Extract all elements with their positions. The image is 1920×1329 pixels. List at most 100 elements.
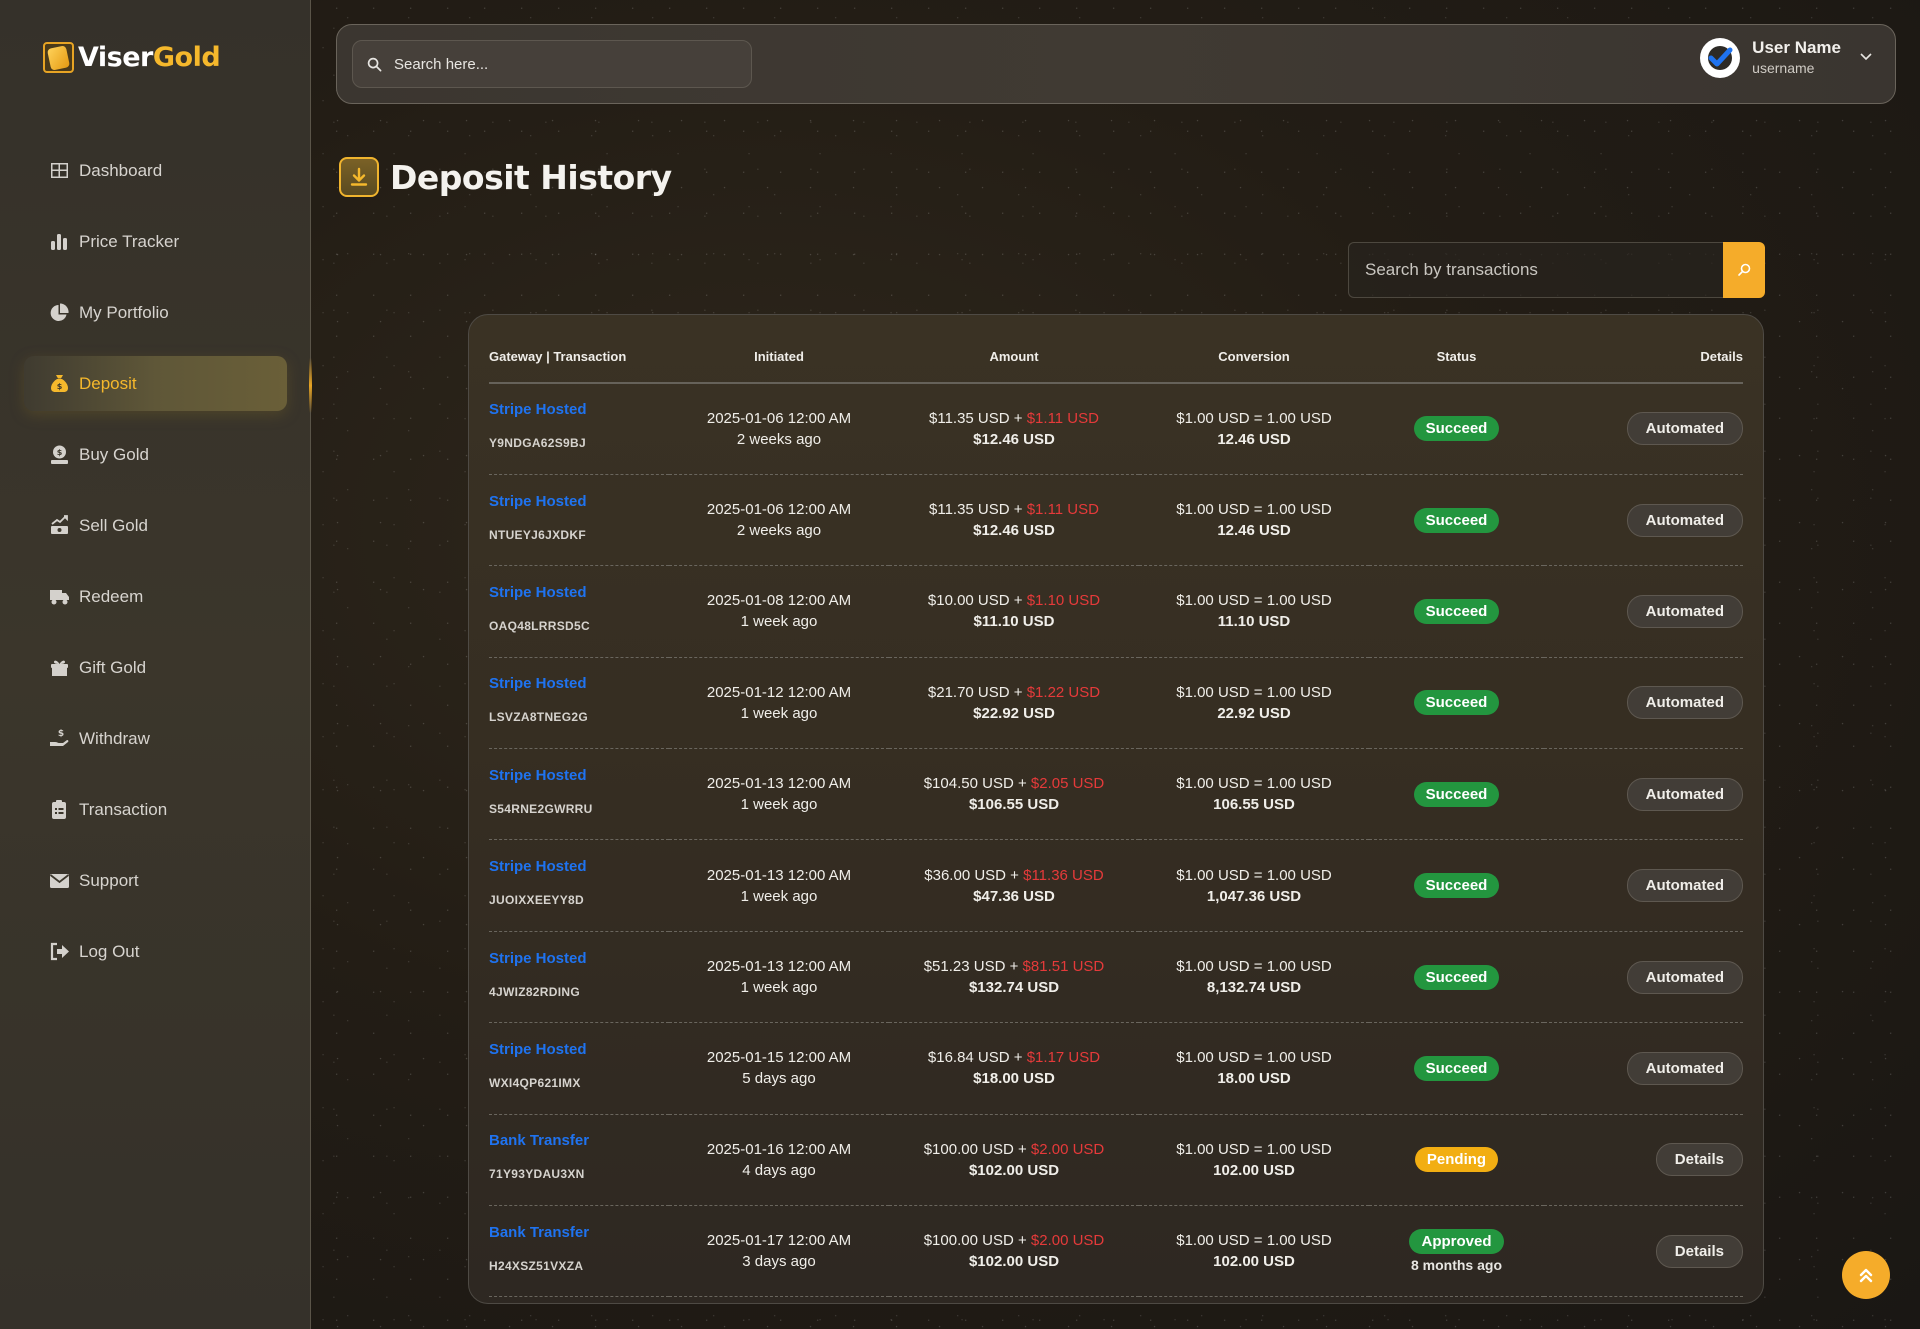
converted-amount: 102.00 USD [1213,1161,1295,1179]
status-cell: Approved 8 months ago [1369,1205,1544,1298]
initiated-date: 2025-01-12 12:00 AM [706,683,852,701]
scroll-to-top-button[interactable] [1842,1251,1890,1299]
automated-button[interactable]: Automated [1626,1051,1743,1085]
amount-cell: $51.23 USD + $81.51 USD $132.74 USD [889,931,1139,1024]
coin-hand-icon: $ [48,444,70,466]
gateway-link[interactable]: Bank Transfer [489,1224,669,1241]
bar-chart-icon [48,231,70,253]
initiated-cell: 2025-01-16 12:00 AM 4 days ago [669,1114,889,1207]
sidebar-item-buy-gold[interactable]: $ Buy Gold [24,427,287,482]
gateway-link[interactable]: Stripe Hosted [489,401,669,418]
column-header-amount: Amount [889,331,1139,384]
automated-button[interactable]: Automated [1626,960,1743,994]
initiated-ago: 2 weeks ago [736,522,822,540]
brand-logo[interactable]: Viser Gold [43,42,221,73]
sidebar-item-support[interactable]: Support [24,853,287,908]
details-cell: Details [1544,1114,1743,1207]
transaction-search-button[interactable] [1723,242,1765,298]
converted-amount: 22.92 USD [1217,704,1291,722]
initiated-cell: 2025-01-06 12:00 AM 2 weeks ago [669,474,889,567]
initiated-ago: 2 weeks ago [736,430,822,448]
initiated-cell: 2025-01-13 12:00 AM 1 week ago [669,931,889,1024]
gateway-link[interactable]: Stripe Hosted [489,858,669,875]
chevron-down-icon[interactable] [1853,49,1873,68]
page-header: Deposit History [339,157,672,197]
initiated-cell: 2025-01-12 12:00 AM 1 week ago [669,657,889,750]
initiated-date: 2025-01-06 12:00 AM [706,501,852,519]
sidebar-item-dashboard[interactable]: Dashboard [24,143,287,198]
amount-total: $102.00 USD [968,1253,1060,1271]
initiated-date: 2025-01-15 12:00 AM [706,1049,852,1067]
gateway-link[interactable]: Stripe Hosted [489,675,669,692]
conversion-cell: $1.00 USD = 1.00 USD 8,132.74 USD [1139,931,1369,1024]
amount-cell: $16.84 USD + $1.17 USD $18.00 USD [889,1022,1139,1115]
status-cell: Succeed [1369,474,1544,567]
status-badge: Succeed [1413,598,1500,624]
amount-value: $21.70 USD [927,683,1010,701]
gateway-link[interactable]: Stripe Hosted [489,493,669,510]
sidebar-item-sell-gold[interactable]: Sell Gold [24,498,287,553]
gateway-link[interactable]: Stripe Hosted [489,767,669,784]
sidebar-item-log-out[interactable]: Log Out [24,924,287,979]
envelope-icon [48,870,70,892]
amount-value: $36.00 USD [924,866,1006,884]
sidebar-item-redeem[interactable]: Redeem [24,569,287,624]
sidebar-item-gift-gold[interactable]: Gift Gold [24,640,287,695]
amount-plus: + [1009,409,1027,427]
gateway-link[interactable]: Stripe Hosted [489,950,669,967]
transaction-id: Y9NDGA62S9BJ [489,436,586,451]
amount-cell: $100.00 USD + $2.00 USD $102.00 USD [889,1114,1139,1207]
sidebar-item-label: Price Tracker [79,231,180,251]
amount-cell: $11.35 USD + $1.11 USD $12.46 USD [889,474,1139,567]
svg-text:$: $ [56,382,62,391]
sidebar-item-deposit[interactable]: $ Deposit [24,356,287,411]
sidebar-item-price-tracker[interactable]: Price Tracker [24,214,287,269]
transaction-search-input[interactable] [1348,242,1723,298]
amount-value: $100.00 USD [923,1232,1014,1250]
conversion-rate: $1.00 USD = 1.00 USD [1176,592,1332,610]
automated-button[interactable]: Automated [1626,869,1743,903]
sidebar-item-my-portfolio[interactable]: My Portfolio [24,285,287,340]
details-cell: Automated [1544,565,1743,658]
sidebar-item-label: Support [79,870,139,890]
details-button[interactable]: Details [1655,1234,1743,1268]
status-cell: Succeed [1369,931,1544,1024]
automated-button[interactable]: Automated [1626,412,1743,446]
sidebar-item-transaction[interactable]: Transaction [24,782,287,837]
transaction-id: LSVZA8TNEG2G [489,710,588,725]
amount-plus: + [1013,1232,1031,1250]
initiated-ago: 1 week ago [740,796,818,814]
charge-value: $1.22 USD [1026,683,1101,701]
gateway-link[interactable]: Stripe Hosted [489,1041,669,1058]
amount-value: $10.00 USD [927,592,1010,610]
converted-amount: 8,132.74 USD [1206,979,1302,997]
conversion-rate: $1.00 USD = 1.00 USD [1176,958,1332,976]
details-button[interactable]: Details [1655,1143,1743,1177]
status-cell: Succeed [1369,383,1544,475]
amount-plus: + [1013,1140,1031,1158]
money-bag-icon: $ [48,373,70,395]
column-header-gateway: Gateway | Transaction [489,331,669,384]
initiated-cell: 2025-01-06 12:00 AM 2 weeks ago [669,383,889,475]
automated-button[interactable]: Automated [1626,686,1743,720]
conversion-rate: $1.00 USD = 1.00 USD [1176,501,1332,519]
conversion-cell: $1.00 USD = 1.00 USD 1,047.36 USD [1139,839,1369,932]
amount-plus: + [1006,866,1024,884]
automated-button[interactable]: Automated [1626,777,1743,811]
sidebar-item-withdraw[interactable]: $ Withdraw [24,711,287,766]
truck-icon [48,586,70,608]
sidebar: Viser Gold Dashboard Price Tracker My Por… [0,0,312,1329]
amount-total: $12.46 USD [973,522,1055,540]
initiated-ago: 1 week ago [740,887,818,905]
user-menu[interactable]: User Name username [1700,38,1873,78]
table-row: Bank Transfer H24XSZ51VXZA 2025-01-17 12… [489,1205,1743,1298]
gold-bar-logo-icon [43,42,74,73]
gateway-link[interactable]: Stripe Hosted [489,584,669,601]
automated-button[interactable]: Automated [1626,594,1743,628]
table-row: Stripe Hosted OAQ48LRRSD5C 2025-01-08 12… [489,565,1743,658]
initiated-ago: 3 days ago [742,1253,816,1271]
gateway-link[interactable]: Bank Transfer [489,1132,669,1149]
global-search-input[interactable] [394,55,734,73]
automated-button[interactable]: Automated [1626,503,1743,537]
charge-value: $11.36 USD [1023,866,1104,884]
